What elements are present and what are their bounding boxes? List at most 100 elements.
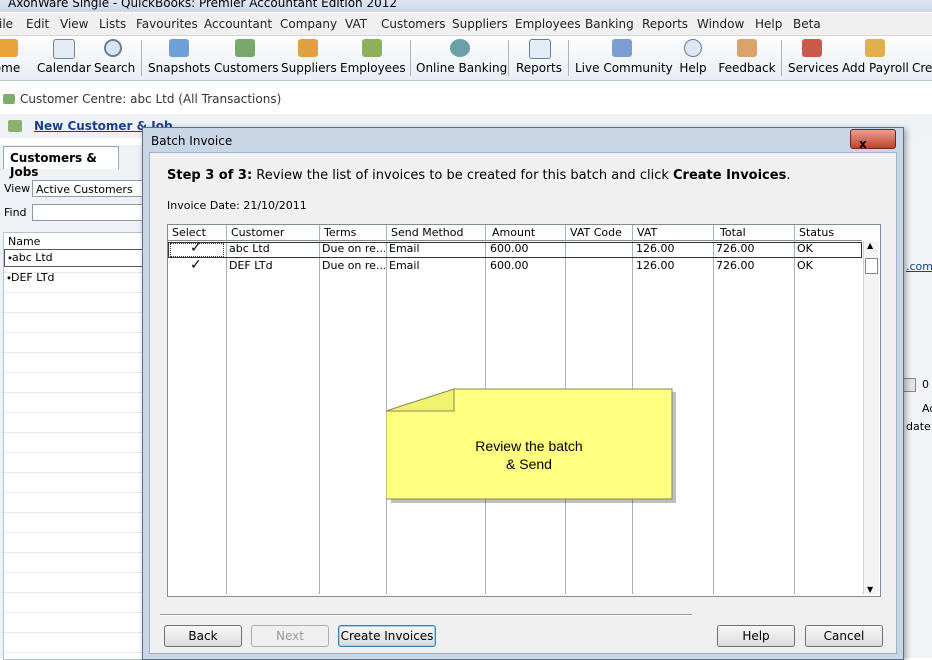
cell-send-method: Email xyxy=(389,242,420,255)
dialog-title: Batch Invoice xyxy=(151,134,233,148)
find-label: Find xyxy=(4,206,27,219)
new-customer-icon xyxy=(8,120,22,132)
toolbar-help[interactable]: Help xyxy=(676,36,710,80)
menu-suppliers[interactable]: Suppliers xyxy=(452,17,508,31)
find-input[interactable] xyxy=(32,204,146,221)
toolbar-reports[interactable]: Reports xyxy=(515,36,563,80)
menu-help[interactable]: Help xyxy=(755,17,782,31)
main-toolbar: ome Calendar Search Snapshots Customers … xyxy=(0,36,932,81)
magnifier-icon xyxy=(104,39,122,57)
email-link-fragment[interactable]: .com xyxy=(906,260,932,273)
snapshots-icon xyxy=(169,39,189,57)
menu-edit[interactable]: Edit xyxy=(26,17,49,31)
create-invoices-button[interactable]: Create Invoices xyxy=(338,625,436,647)
list-item[interactable]: ⬩DEF LTd xyxy=(4,270,146,288)
toolbar-employees[interactable]: Employees xyxy=(340,36,406,80)
next-button[interactable]: Next xyxy=(251,625,329,647)
home-icon xyxy=(0,39,18,57)
scroll-up-icon[interactable]: ▲ xyxy=(867,241,873,250)
sticky-note-text: Review the batch & Send xyxy=(475,438,583,472)
toolbar-suppliers[interactable]: Suppliers xyxy=(281,36,337,80)
employees-icon xyxy=(362,39,382,57)
cell-status: OK xyxy=(797,259,813,272)
cell-amount: 600.00 xyxy=(490,242,529,255)
toolbar-search[interactable]: Search xyxy=(94,36,135,80)
column-header-select[interactable]: Select xyxy=(168,225,227,240)
help-button[interactable]: Help xyxy=(717,625,795,647)
column-header-vat[interactable]: VAT xyxy=(633,225,714,240)
menu-banking[interactable]: Banking xyxy=(585,17,634,31)
sticky-note: Review the batch & Send xyxy=(385,387,677,504)
grid-column-line xyxy=(226,240,227,594)
menu-company[interactable]: Company xyxy=(280,17,337,31)
menu-customers[interactable]: Customers xyxy=(381,17,446,31)
column-header-terms[interactable]: Terms xyxy=(320,225,387,240)
toolbar-home[interactable]: ome xyxy=(0,36,28,80)
tab-customers-jobs[interactable]: Customers & Jobs xyxy=(3,146,119,179)
right-panel-background xyxy=(902,138,932,658)
toolbar-separator xyxy=(410,40,411,76)
step-instructions: Step 3 of 3: Review the list of invoices… xyxy=(167,168,791,183)
grid-scrollbar[interactable]: ▲ ▼ xyxy=(863,241,879,594)
toolbar-customers[interactable]: Customers xyxy=(214,36,279,80)
menu-favourites[interactable]: Favourites xyxy=(136,17,198,31)
customer-centre-icon xyxy=(3,94,15,104)
toolbar-calendar[interactable]: Calendar xyxy=(37,36,91,80)
invoice-date: Invoice Date: 21/10/2011 xyxy=(167,199,307,212)
community-icon xyxy=(612,39,632,57)
customers-icon xyxy=(235,39,255,57)
column-header-vat-code[interactable]: VAT Code xyxy=(566,225,633,240)
toolbar-live-community[interactable]: Live Community xyxy=(575,36,673,80)
cancel-button[interactable]: Cancel xyxy=(805,625,883,647)
menu-lists[interactable]: Lists xyxy=(99,17,126,31)
toolbar-separator xyxy=(568,40,569,76)
dialog-separator xyxy=(160,614,692,615)
menu-beta[interactable]: Beta xyxy=(793,17,821,31)
column-header-amount[interactable]: Amount xyxy=(486,225,566,240)
calendar-icon xyxy=(53,39,75,59)
close-button[interactable]: x xyxy=(850,129,896,151)
cell-total: 726.00 xyxy=(716,242,755,255)
cell-send-method: Email xyxy=(389,259,420,272)
list-item[interactable]: ⬩abc Ltd xyxy=(4,249,146,267)
scroll-down-icon[interactable]: ▼ xyxy=(867,585,873,594)
menu-accountant[interactable]: Accountant xyxy=(204,17,272,31)
menu-reports[interactable]: Reports xyxy=(642,17,688,31)
column-header-customer[interactable]: Customer xyxy=(227,225,320,240)
window-title: AxonWare Single - QuickBooks: Premier Ac… xyxy=(8,0,397,10)
toolbar-online-banking[interactable]: Online Banking xyxy=(416,36,507,80)
menu-window[interactable]: Window xyxy=(697,17,744,31)
menu-view[interactable]: View xyxy=(60,17,88,31)
menu-file[interactable]: ile xyxy=(0,17,13,31)
back-button[interactable]: Back xyxy=(164,625,242,647)
date-fragment: date xyxy=(906,420,931,433)
scroll-thumb[interactable] xyxy=(865,258,878,274)
menu-employees[interactable]: Employees xyxy=(515,17,581,31)
toolbar-separator xyxy=(141,40,142,76)
check-icon[interactable]: ✓ xyxy=(190,258,202,273)
customer-name: ⬩abc Ltd xyxy=(8,251,53,264)
toolbar-add-payroll[interactable]: Add Payroll xyxy=(842,36,909,80)
services-icon xyxy=(802,39,822,57)
dropdown-arrow-icon[interactable] xyxy=(902,378,916,392)
toolbar-services[interactable]: Services xyxy=(788,36,839,80)
cell-customer: DEF LTd xyxy=(229,259,273,272)
cell-vat: 126.00 xyxy=(636,242,675,255)
grid-column-line xyxy=(713,240,714,594)
column-header-send-method[interactable]: Send Method xyxy=(387,225,486,240)
toolbar-feedback[interactable]: Feedback xyxy=(718,36,776,80)
menu-vat[interactable]: VAT xyxy=(345,17,367,31)
reports-icon xyxy=(529,39,551,59)
grid-column-line xyxy=(794,240,795,594)
toolbar-separator xyxy=(781,40,782,76)
cell-status: OK xyxy=(797,242,813,255)
column-header-total[interactable]: Total xyxy=(714,225,795,240)
cell-terms: Due on re... xyxy=(322,242,385,255)
toolbar-create[interactable]: Cre xyxy=(912,36,932,80)
customer-name: ⬩DEF LTd xyxy=(7,271,55,284)
customer-centre-header: Customer Centre: abc Ltd (All Transactio… xyxy=(0,88,932,112)
column-header-status[interactable]: Status xyxy=(795,225,863,240)
view-select[interactable]: Active Customers xyxy=(32,180,146,197)
name-column-header[interactable]: Name xyxy=(8,235,40,248)
toolbar-snapshots[interactable]: Snapshots xyxy=(148,36,210,80)
